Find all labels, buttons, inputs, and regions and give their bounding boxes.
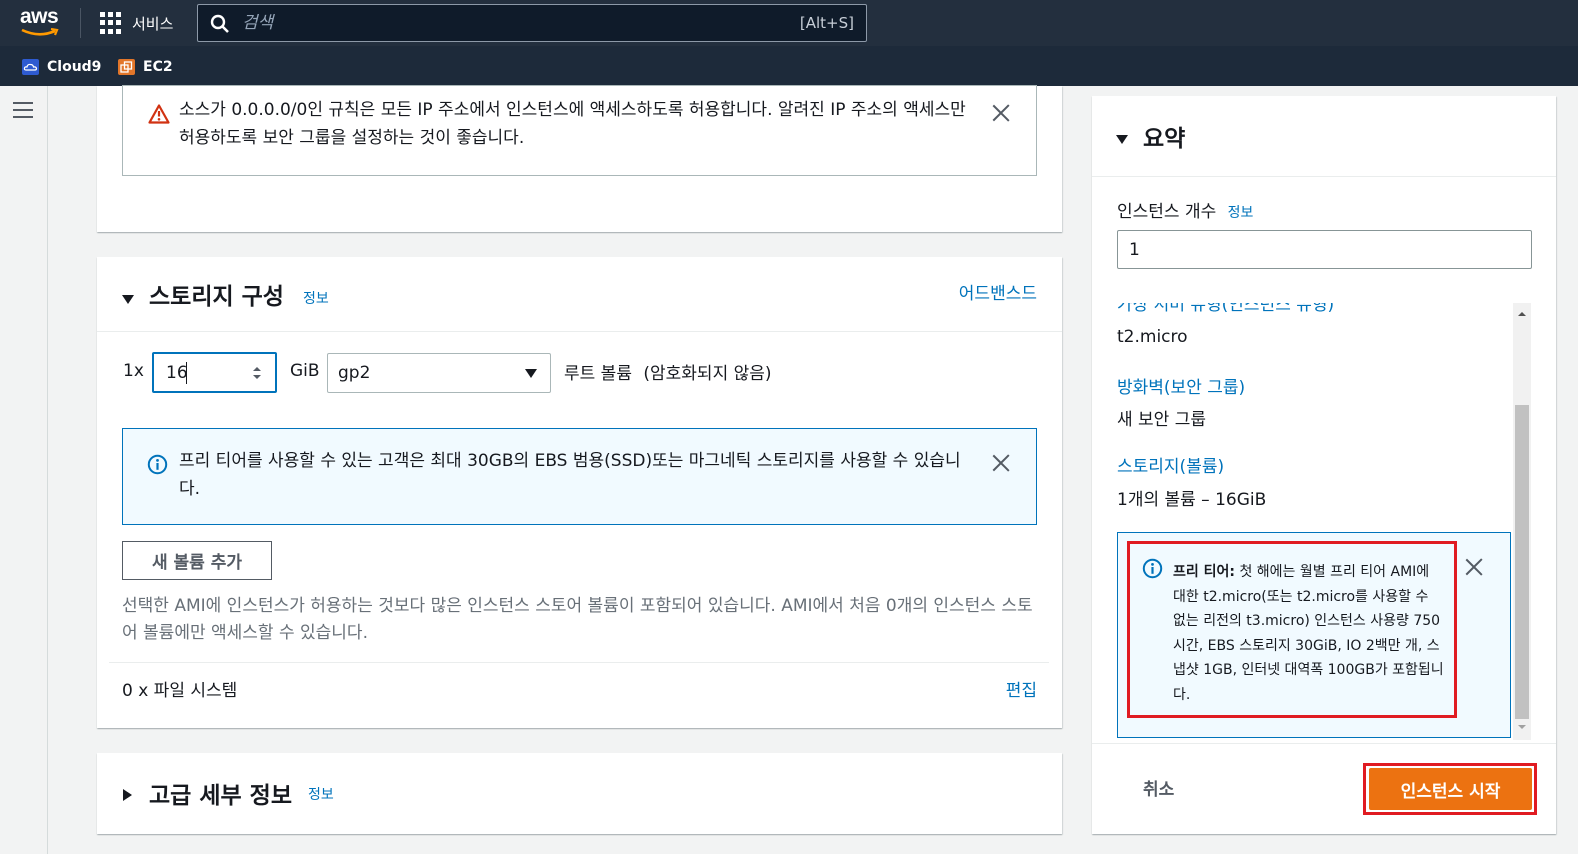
aws-smile-icon — [21, 28, 59, 36]
favorite-label: EC2 — [143, 59, 173, 75]
free-tier-storage-text: 프리 티어를 사용할 수 있는 고객은 최대 30GB의 EBS 범용(SSD)… — [179, 451, 961, 499]
add-volume-button[interactable]: 새 볼륨 추가 — [122, 541, 272, 580]
favorite-label: Cloud9 — [47, 59, 102, 75]
highlight-box — [1127, 541, 1457, 718]
instance-type-link[interactable]: 가상 서버 유형(인스턴스 유형) — [1117, 303, 1334, 315]
scroll-down-icon[interactable] — [1517, 724, 1527, 730]
chevron-down-icon — [525, 369, 537, 378]
instance-type-value: t2.micro — [1117, 327, 1188, 347]
storage-info-link[interactable]: 정보 — [303, 288, 329, 308]
storage-value: 1개의 볼륨 – 16GiB — [1117, 490, 1267, 510]
root-volume-text: 루트 볼륨 — [564, 364, 632, 384]
search-shortcut: [Alt+S] — [799, 14, 854, 32]
scroll-up-icon[interactable] — [1517, 311, 1527, 317]
search-bar[interactable]: [Alt+S] — [197, 4, 867, 42]
storage-panel: 스토리지 구성 정보 어드밴스드 1x 16 GiB gp2 루트 볼륨 (암호… — [97, 257, 1062, 728]
number-stepper-icon[interactable] — [251, 364, 263, 382]
ec2-icon — [118, 59, 135, 75]
advanced-details-panel: 고급 세부 정보 정보 — [97, 753, 1062, 834]
instance-count-label-text: 인스턴스 개수 — [1117, 202, 1217, 222]
advanced-info-link[interactable]: 정보 — [308, 784, 334, 804]
favorites-bar: Cloud9 EC2 — [0, 46, 1578, 86]
volume-type-select[interactable]: gp2 — [327, 353, 551, 393]
grid-icon — [100, 12, 122, 34]
instance-count-input[interactable]: 1 — [1117, 230, 1532, 269]
services-menu[interactable]: 서비스 — [100, 11, 173, 35]
warning-icon — [148, 104, 170, 124]
volume-size-input[interactable]: 16 — [152, 352, 277, 393]
cancel-button[interactable]: 취소 — [1143, 775, 1174, 800]
instance-count-value: 1 — [1129, 240, 1140, 260]
network-settings-panel: 소스가 0.0.0.0/0인 규칙은 모든 IP 주소에서 인스턴스에 액세스하… — [97, 85, 1062, 232]
security-warning-alert: 소스가 0.0.0.0/0인 규칙은 모든 IP 주소에서 인스턴스에 액세스하… — [122, 85, 1037, 176]
section-divider — [1092, 176, 1556, 177]
close-icon[interactable] — [991, 103, 1011, 123]
volume-size-value: 16 — [166, 363, 188, 383]
top-navigation: aws 서비스 [Alt+S] — [0, 0, 1578, 46]
firewall-value: 새 보안 그룹 — [1117, 410, 1207, 430]
volume-type-value: gp2 — [338, 363, 371, 383]
section-divider — [1092, 743, 1556, 744]
favorite-cloud9[interactable]: Cloud9 — [22, 57, 101, 77]
firewall-link[interactable]: 방화벽(보안 그룹) — [1117, 373, 1245, 398]
free-tier-summary-alert: 프리 티어: 첫 해에는 월별 프리 티어 AMI에 대한 t2.micro(또… — [1117, 532, 1511, 738]
summary-scrollbar[interactable] — [1513, 303, 1531, 740]
storage-title: 스토리지 구성 — [149, 284, 284, 310]
instance-count-label: 인스턴스 개수 정보 — [1117, 197, 1253, 222]
security-warning-text: 소스가 0.0.0.0/0인 규칙은 모든 IP 주소에서 인스턴스에 액세스하… — [179, 100, 966, 148]
search-input[interactable] — [242, 10, 762, 36]
file-systems-label: 0 x 파일 시스템 — [122, 681, 238, 701]
search-icon — [210, 14, 229, 33]
volume-count-prefix: 1x — [123, 361, 144, 381]
info-icon — [147, 454, 168, 475]
close-icon[interactable] — [991, 453, 1011, 473]
favorite-ec2[interactable]: EC2 — [118, 57, 173, 77]
section-divider — [97, 331, 1062, 332]
encryption-status: (암호화되지 않음) — [643, 364, 772, 384]
services-label: 서비스 — [132, 14, 174, 33]
instance-store-note: 선택한 AMI에 인스턴스가 허용하는 것보다 많은 인스턴스 스토어 볼륨이 … — [122, 596, 1033, 643]
root-volume-label: 루트 볼륨 (암호화되지 않음) — [564, 359, 772, 384]
advanced-details-title[interactable]: 고급 세부 정보 — [149, 776, 292, 810]
hamburger-menu-icon[interactable] — [13, 102, 33, 120]
expand-caret-icon[interactable] — [123, 786, 132, 805]
highlight-box — [1363, 763, 1537, 815]
scrollbar-thumb[interactable] — [1515, 405, 1529, 719]
side-navigation-rail — [0, 86, 48, 854]
nav-divider — [80, 8, 81, 38]
summary-panel: 요약 인스턴스 개수 정보 1 가상 서버 유형(인스턴스 유형) t2.mic… — [1092, 96, 1556, 834]
free-tier-storage-alert: 프리 티어를 사용할 수 있는 고객은 최대 30GB의 EBS 범용(SSD)… — [122, 428, 1037, 525]
aws-logo[interactable]: aws — [20, 6, 64, 40]
section-divider — [109, 662, 1049, 663]
cloud9-icon — [22, 59, 39, 75]
storage-link[interactable]: 스토리지(볼륨) — [1117, 452, 1224, 477]
close-icon[interactable] — [1464, 557, 1484, 577]
edit-file-systems-link[interactable]: 편집 — [1006, 676, 1037, 701]
summary-title: 요약 — [1143, 126, 1186, 152]
collapse-caret-icon[interactable] — [122, 289, 134, 308]
instance-count-info-link[interactable]: 정보 — [1228, 205, 1254, 221]
volume-size-unit: GiB — [290, 361, 320, 381]
summary-scroll-area[interactable]: 가상 서버 유형(인스턴스 유형) t2.micro 방화벽(보안 그룹) 새 … — [1092, 303, 1532, 740]
collapse-caret-icon[interactable] — [1116, 129, 1128, 148]
text-cursor — [186, 362, 187, 384]
aws-logo-text: aws — [20, 5, 59, 28]
advanced-link[interactable]: 어드밴스드 — [959, 279, 1037, 304]
